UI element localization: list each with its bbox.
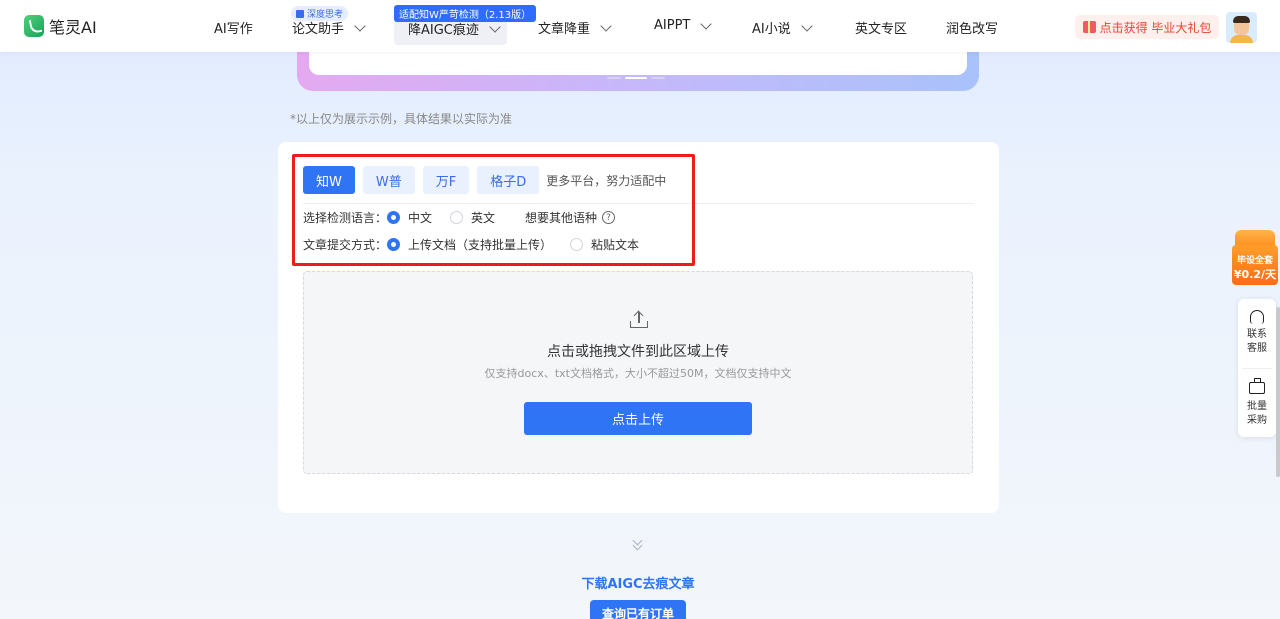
nav-label: AI小说 bbox=[752, 22, 791, 37]
logo[interactable]: 笔灵AI bbox=[24, 14, 97, 38]
carousel-dots[interactable] bbox=[607, 77, 665, 79]
chevron-down-icon bbox=[700, 17, 713, 30]
nav-ai-writing[interactable]: AI写作 bbox=[214, 18, 253, 37]
upload-button[interactable]: 点击上传 bbox=[524, 402, 752, 435]
avatar-hair bbox=[1233, 16, 1250, 23]
carousel-dot-active[interactable] bbox=[625, 77, 647, 79]
chevron-down-icon bbox=[801, 19, 813, 32]
upload-title: 点击或拖拽文件到此区域上传 bbox=[547, 344, 729, 360]
highlight-frame bbox=[292, 154, 695, 266]
badge-text: 深度思考 bbox=[307, 10, 344, 20]
upload-icon bbox=[630, 310, 648, 328]
query-orders-button[interactable]: 查询已有订单 bbox=[590, 600, 686, 619]
bulk-label: 批量采购 bbox=[1247, 401, 1267, 426]
download-title: 下载AIGC去痕文章 bbox=[581, 577, 695, 592]
upload-hint: 仅支持docx、txt文档格式，大小不超过50M，文档仅支持中文 bbox=[484, 367, 792, 380]
thesis-promo-badge[interactable]: 毕设全套 ¥0.2/天 bbox=[1232, 230, 1278, 285]
double-chevron-down-icon bbox=[632, 535, 644, 551]
edit-icon bbox=[296, 10, 304, 18]
nav-article-rewrite[interactable]: 文章降重 bbox=[538, 18, 612, 37]
briefcase-icon bbox=[1249, 378, 1265, 394]
example-disclaimer: *以上仅为展示示例，具体结果以实际为准 bbox=[290, 112, 513, 126]
contact-support-button[interactable]: 联系客服 bbox=[1238, 307, 1276, 356]
logo-icon bbox=[24, 15, 44, 37]
carousel-dot[interactable] bbox=[607, 77, 621, 79]
nav-label: AI写作 bbox=[214, 22, 253, 37]
nav-label: AIPPT bbox=[654, 18, 691, 33]
avatar-body bbox=[1230, 35, 1253, 43]
contact-label: 联系客服 bbox=[1247, 329, 1267, 354]
page-scrollbar[interactable] bbox=[1276, 307, 1280, 477]
nav-label: 英文专区 bbox=[855, 22, 908, 37]
user-avatar[interactable] bbox=[1226, 12, 1257, 43]
promo-line1: 毕设全套 bbox=[1236, 256, 1273, 266]
headset-icon bbox=[1250, 310, 1264, 324]
chevron-down-icon bbox=[354, 19, 366, 32]
divider bbox=[1242, 368, 1272, 369]
bulk-purchase-button[interactable]: 批量采购 bbox=[1238, 377, 1276, 428]
carousel-dot[interactable] bbox=[651, 77, 665, 79]
top-navigation-bar: 笔灵AI AI写作 论文助手 降AIGC痕迹 文章降重 AIPPT AI小说 英… bbox=[0, 0, 1280, 52]
gift-icon bbox=[1082, 21, 1096, 33]
gift-label: 点击获得 毕业大礼包 bbox=[1099, 20, 1212, 35]
graduation-gift-button[interactable]: 点击获得 毕业大礼包 bbox=[1075, 15, 1219, 39]
nav-polish-rewrite[interactable]: 润色改写 bbox=[946, 18, 998, 37]
promo-price: ¥0.2/天 bbox=[1233, 268, 1277, 281]
chevron-down-icon bbox=[489, 20, 501, 33]
nav-label: 文章降重 bbox=[538, 22, 591, 37]
nav-english-zone[interactable]: 英文专区 bbox=[855, 18, 907, 37]
logo-text: 笔灵AI bbox=[49, 18, 97, 37]
chevron-down-icon bbox=[600, 19, 612, 32]
badge-text: 适配知W严苛检测（2.13版） bbox=[399, 10, 532, 21]
deep-thinking-badge: 深度思考 bbox=[291, 6, 349, 21]
nav-ai-novel[interactable]: AI小说 bbox=[752, 18, 813, 37]
nav-label: 润色改写 bbox=[946, 22, 999, 37]
nav-aippt[interactable]: AIPPT bbox=[654, 17, 713, 33]
side-toolbar: 联系客服 批量采购 bbox=[1238, 299, 1276, 437]
adapt-badge: 适配知W严苛检测（2.13版） bbox=[394, 5, 537, 22]
